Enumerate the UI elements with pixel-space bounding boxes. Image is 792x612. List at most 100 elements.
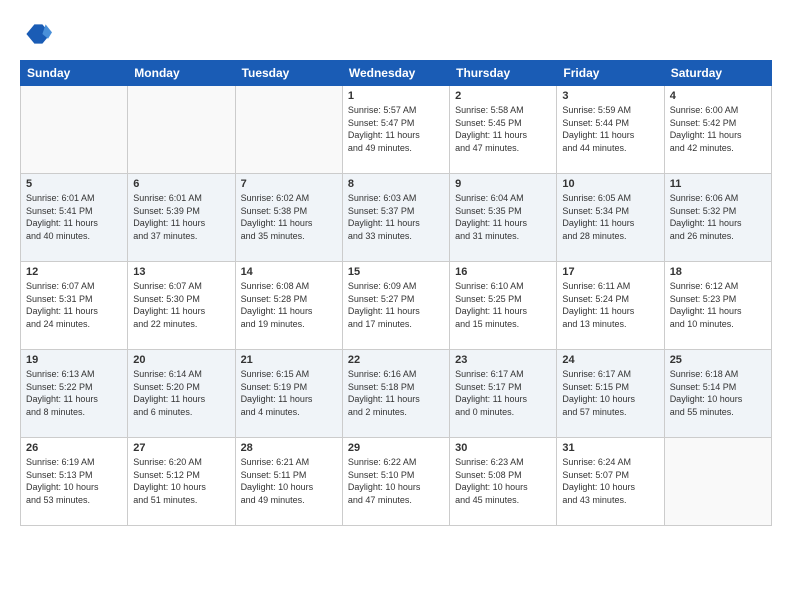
day-info: Sunrise: 6:08 AM Sunset: 5:28 PM Dayligh… bbox=[241, 280, 337, 330]
logo-icon bbox=[20, 18, 52, 50]
calendar-cell: 8Sunrise: 6:03 AM Sunset: 5:37 PM Daylig… bbox=[342, 174, 449, 262]
day-info: Sunrise: 6:13 AM Sunset: 5:22 PM Dayligh… bbox=[26, 368, 122, 418]
day-info: Sunrise: 6:20 AM Sunset: 5:12 PM Dayligh… bbox=[133, 456, 229, 506]
day-info: Sunrise: 6:01 AM Sunset: 5:39 PM Dayligh… bbox=[133, 192, 229, 242]
calendar-cell bbox=[235, 86, 342, 174]
day-number: 14 bbox=[241, 266, 337, 278]
day-number: 4 bbox=[670, 90, 766, 102]
calendar-cell: 13 Sunrise: 6:07 AM Sunset: 5:30 PM Dayli… bbox=[128, 262, 235, 350]
day-info: Sunrise: 6:19 AM Sunset: 5:13 PM Dayligh… bbox=[26, 456, 122, 506]
calendar: SundayMondayTuesdayWednesdayThursdayFrid… bbox=[20, 60, 772, 526]
calendar-cell bbox=[664, 438, 771, 526]
calendar-week-5: 26 Sunrise: 6:19 AM Sunset: 5:13 PM Dayli… bbox=[21, 438, 772, 526]
day-number: 7 bbox=[241, 178, 337, 190]
calendar-cell: 12Sunrise: 6:07 AM Sunset: 5:31 PM Dayli… bbox=[21, 262, 128, 350]
calendar-cell: 17 Sunrise: 6:11 AM Sunset: 5:24 PM Dayli… bbox=[557, 262, 664, 350]
day-info: Sunrise: 6:21 AM Sunset: 5:11 PM Dayligh… bbox=[241, 456, 337, 506]
day-number: 29 bbox=[348, 442, 444, 454]
day-number: 26 bbox=[26, 442, 122, 454]
calendar-cell: 30 Sunrise: 6:23 AM Sunset: 5:08 PM Dayli… bbox=[450, 438, 557, 526]
day-info: Sunrise: 6:16 AM Sunset: 5:18 PM Dayligh… bbox=[348, 368, 444, 418]
calendar-cell: 24 Sunrise: 6:17 AM Sunset: 5:15 PM Dayli… bbox=[557, 350, 664, 438]
day-number: 5 bbox=[26, 178, 122, 190]
calendar-cell: 2 Sunrise: 5:58 AM Sunset: 5:45 PM Daylig… bbox=[450, 86, 557, 174]
day-number: 11 bbox=[670, 178, 766, 190]
weekday-header-sunday: Sunday bbox=[21, 61, 128, 86]
calendar-cell: 26 Sunrise: 6:19 AM Sunset: 5:13 PM Dayli… bbox=[21, 438, 128, 526]
day-number: 23 bbox=[455, 354, 551, 366]
calendar-cell: 5 Sunrise: 6:01 AM Sunset: 5:41 PM Daylig… bbox=[21, 174, 128, 262]
day-number: 30 bbox=[455, 442, 551, 454]
day-number: 27 bbox=[133, 442, 229, 454]
day-info: Sunrise: 5:59 AM Sunset: 5:44 PM Dayligh… bbox=[562, 104, 658, 154]
calendar-week-4: 19 Sunrise: 6:13 AM Sunset: 5:22 PM Dayli… bbox=[21, 350, 772, 438]
calendar-week-1: 1 Sunrise: 5:57 AM Sunset: 5:47 PM Daylig… bbox=[21, 86, 772, 174]
calendar-cell: 7 Sunrise: 6:02 AM Sunset: 5:38 PM Daylig… bbox=[235, 174, 342, 262]
day-number: 2 bbox=[455, 90, 551, 102]
day-info: Sunrise: 6:11 AM Sunset: 5:24 PM Dayligh… bbox=[562, 280, 658, 330]
weekday-header-row: SundayMondayTuesdayWednesdayThursdayFrid… bbox=[21, 61, 772, 86]
calendar-cell: 28 Sunrise: 6:21 AM Sunset: 5:11 PM Dayli… bbox=[235, 438, 342, 526]
day-number: 21 bbox=[241, 354, 337, 366]
day-number: 10 bbox=[562, 178, 658, 190]
day-number: 24 bbox=[562, 354, 658, 366]
day-number: 22 bbox=[348, 354, 444, 366]
day-info: Sunrise: 6:09 AM Sunset: 5:27 PM Dayligh… bbox=[348, 280, 444, 330]
day-number: 28 bbox=[241, 442, 337, 454]
weekday-header-monday: Monday bbox=[128, 61, 235, 86]
day-info: Sunrise: 6:01 AM Sunset: 5:41 PM Dayligh… bbox=[26, 192, 122, 242]
day-info: Sunrise: 6:23 AM Sunset: 5:08 PM Dayligh… bbox=[455, 456, 551, 506]
day-info: Sunrise: 6:10 AM Sunset: 5:25 PM Dayligh… bbox=[455, 280, 551, 330]
day-number: 8 bbox=[348, 178, 444, 190]
day-info: Sunrise: 6:05 AM Sunset: 5:34 PM Dayligh… bbox=[562, 192, 658, 242]
day-number: 9 bbox=[455, 178, 551, 190]
calendar-cell: 31 Sunrise: 6:24 AM Sunset: 5:07 PM Dayli… bbox=[557, 438, 664, 526]
calendar-cell: 15 Sunrise: 6:09 AM Sunset: 5:27 PM Dayli… bbox=[342, 262, 449, 350]
calendar-week-2: 5 Sunrise: 6:01 AM Sunset: 5:41 PM Daylig… bbox=[21, 174, 772, 262]
calendar-cell bbox=[128, 86, 235, 174]
calendar-cell: 10 Sunrise: 6:05 AM Sunset: 5:34 PM Dayli… bbox=[557, 174, 664, 262]
day-info: Sunrise: 6:00 AM Sunset: 5:42 PM Dayligh… bbox=[670, 104, 766, 154]
day-number: 13 bbox=[133, 266, 229, 278]
calendar-cell: 16Sunrise: 6:10 AM Sunset: 5:25 PM Dayli… bbox=[450, 262, 557, 350]
day-info: Sunrise: 6:04 AM Sunset: 5:35 PM Dayligh… bbox=[455, 192, 551, 242]
calendar-cell: 22 Sunrise: 6:16 AM Sunset: 5:18 PM Dayli… bbox=[342, 350, 449, 438]
calendar-cell: 20Sunrise: 6:14 AM Sunset: 5:20 PM Dayli… bbox=[128, 350, 235, 438]
page: SundayMondayTuesdayWednesdayThursdayFrid… bbox=[0, 0, 792, 612]
day-info: Sunrise: 6:17 AM Sunset: 5:15 PM Dayligh… bbox=[562, 368, 658, 418]
weekday-header-thursday: Thursday bbox=[450, 61, 557, 86]
day-info: Sunrise: 6:02 AM Sunset: 5:38 PM Dayligh… bbox=[241, 192, 337, 242]
day-number: 18 bbox=[670, 266, 766, 278]
header bbox=[20, 18, 772, 50]
calendar-week-3: 12Sunrise: 6:07 AM Sunset: 5:31 PM Dayli… bbox=[21, 262, 772, 350]
calendar-cell bbox=[21, 86, 128, 174]
day-info: Sunrise: 6:12 AM Sunset: 5:23 PM Dayligh… bbox=[670, 280, 766, 330]
day-info: Sunrise: 6:24 AM Sunset: 5:07 PM Dayligh… bbox=[562, 456, 658, 506]
day-number: 6 bbox=[133, 178, 229, 190]
day-number: 3 bbox=[562, 90, 658, 102]
day-number: 15 bbox=[348, 266, 444, 278]
weekday-header-wednesday: Wednesday bbox=[342, 61, 449, 86]
day-info: Sunrise: 6:17 AM Sunset: 5:17 PM Dayligh… bbox=[455, 368, 551, 418]
day-info: Sunrise: 5:58 AM Sunset: 5:45 PM Dayligh… bbox=[455, 104, 551, 154]
weekday-header-saturday: Saturday bbox=[664, 61, 771, 86]
day-info: Sunrise: 6:06 AM Sunset: 5:32 PM Dayligh… bbox=[670, 192, 766, 242]
day-info: Sunrise: 6:14 AM Sunset: 5:20 PM Dayligh… bbox=[133, 368, 229, 418]
calendar-cell: 6 Sunrise: 6:01 AM Sunset: 5:39 PM Daylig… bbox=[128, 174, 235, 262]
calendar-cell: 29Sunrise: 6:22 AM Sunset: 5:10 PM Dayli… bbox=[342, 438, 449, 526]
day-number: 1 bbox=[348, 90, 444, 102]
day-number: 17 bbox=[562, 266, 658, 278]
calendar-cell: 19 Sunrise: 6:13 AM Sunset: 5:22 PM Dayli… bbox=[21, 350, 128, 438]
day-number: 19 bbox=[26, 354, 122, 366]
calendar-cell: 18 Sunrise: 6:12 AM Sunset: 5:23 PM Dayli… bbox=[664, 262, 771, 350]
calendar-cell: 1 Sunrise: 5:57 AM Sunset: 5:47 PM Daylig… bbox=[342, 86, 449, 174]
day-info: Sunrise: 6:07 AM Sunset: 5:30 PM Dayligh… bbox=[133, 280, 229, 330]
logo bbox=[20, 18, 54, 50]
day-info: Sunrise: 5:57 AM Sunset: 5:47 PM Dayligh… bbox=[348, 104, 444, 154]
day-number: 25 bbox=[670, 354, 766, 366]
calendar-cell: 14 Sunrise: 6:08 AM Sunset: 5:28 PM Dayli… bbox=[235, 262, 342, 350]
day-number: 31 bbox=[562, 442, 658, 454]
day-info: Sunrise: 6:15 AM Sunset: 5:19 PM Dayligh… bbox=[241, 368, 337, 418]
calendar-cell: 27 Sunrise: 6:20 AM Sunset: 5:12 PM Dayli… bbox=[128, 438, 235, 526]
calendar-cell: 3 Sunrise: 5:59 AM Sunset: 5:44 PM Daylig… bbox=[557, 86, 664, 174]
